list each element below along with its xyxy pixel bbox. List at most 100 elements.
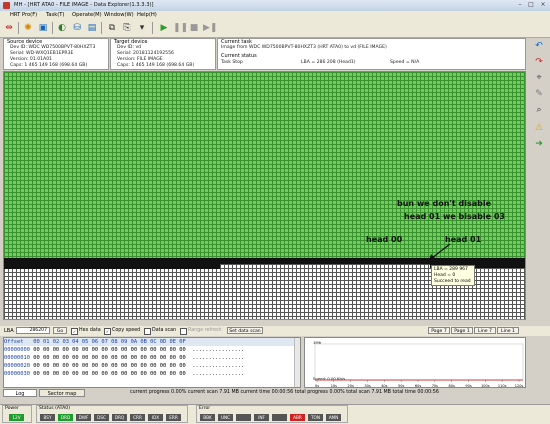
step-icon[interactable]: ▶❚ (203, 22, 217, 34)
source-version: Version: 01.01A01 (10, 57, 53, 62)
stop-icon[interactable]: ■ (188, 22, 200, 34)
disconnect-icon[interactable]: ⇹ (3, 22, 15, 34)
go-button[interactable]: Go (53, 327, 67, 334)
data-scan-label: Data scan (152, 328, 177, 333)
status-led-bsy: BSY (40, 414, 55, 421)
tab-sector-map[interactable]: Sector map (39, 389, 85, 397)
range-refresh-checkbox[interactable] (180, 328, 187, 335)
right-toolbar: ↶ ↷ ⌖ ✎ ⌕ ⚠ ➜ (528, 38, 550, 158)
toolbar: ⇹ ✺ ▣ ◐ ⛁ ▤ ⧉ ⎘ ▾ ▶ ❚❚ ■ ▶❚ (0, 19, 550, 38)
current-task-panel: Current task Image from WDC WD7500BPVT-8… (217, 38, 526, 70)
menu-operate[interactable]: Operate(M) (72, 12, 102, 18)
app-icon (3, 2, 10, 9)
minimize-button[interactable]: – (515, 1, 525, 9)
drive-icon[interactable]: ⛁ (71, 22, 83, 34)
target-icon[interactable]: ⌖ (533, 72, 545, 84)
graph-x-tick-label: 0s (315, 384, 319, 388)
graph-x-tick-label: 120s (515, 384, 524, 388)
graph-x-tick-label: 10s (331, 384, 337, 388)
close-button[interactable]: × (538, 1, 548, 9)
device-icon[interactable]: ▣ (37, 22, 49, 34)
hex-header: Offset 00 01 02 03 04 05 06 07 08 09 0A … (4, 338, 300, 346)
line-button[interactable]: Line 7 (474, 327, 496, 334)
error-led-amn: AMN (326, 414, 341, 421)
toolbar-separator (152, 22, 153, 34)
target-caps: Caps: 1 465 149 168 (698.64 GB) (117, 63, 195, 68)
page-button[interactable]: Page 7 (428, 327, 450, 334)
play-icon[interactable]: ▶ (158, 22, 170, 34)
status-bar: Power 12V Status (ATA0) BSY DRD DWF DSC … (0, 404, 550, 424)
menu-window[interactable]: Window(W) (104, 12, 134, 18)
hex-bytes-header: 00 01 02 03 04 05 06 07 08 09 0A 0B 0C 0… (33, 339, 186, 345)
hex-viewer[interactable]: Offset 00 01 02 03 04 05 06 07 08 09 0A … (3, 337, 301, 388)
status-led-crr: CRR (130, 414, 145, 421)
sector-tooltip: LBA = 289 967 Head = 0 Succeed to read (431, 265, 475, 286)
lba-input[interactable]: 286207 (16, 327, 50, 334)
status-led-dwf: DWF (76, 414, 91, 421)
progress-stats: current progress 0.00% current scan 7.91… (130, 390, 439, 395)
error-led-abr: ABR (290, 414, 305, 421)
power-led: 12V (9, 414, 24, 421)
source-caps: Caps: 1 465 149 168 (698.64 GB) (10, 63, 88, 68)
menu-hrt-pro[interactable]: HRT Pro(F) (10, 12, 37, 18)
tab-log[interactable]: Log (3, 389, 37, 397)
target-serial: Serial: 20181124192556 (117, 51, 174, 56)
annotation-line2: head 01 we bisable 03 (404, 212, 505, 221)
range-refresh-label: Range refresh (188, 328, 222, 333)
current-task-text: Image from WDC WD7500BPVT-80HXZT3 (HRT A… (221, 45, 387, 50)
annotation-line1: bun we don't disable (397, 199, 492, 208)
target-version: Version: FILE IMAGE (117, 57, 163, 62)
menu-task[interactable]: Task(T) (46, 12, 64, 18)
toolbar-separator (101, 22, 102, 34)
target-device-panel: Target device Dev ID: vd Serial: 2018112… (110, 38, 216, 70)
warning-icon[interactable]: ⚠ (533, 122, 545, 134)
graph-x-tick-label: 40s (381, 384, 387, 388)
sector-map-bad-row (4, 264, 220, 269)
target-dev-id: Dev ID: vd (117, 45, 142, 50)
hex-data-checkbox[interactable]: ✓ (71, 328, 78, 335)
task-icon[interactable]: ◐ (56, 22, 68, 34)
toolbar-separator (52, 22, 53, 34)
save-icon[interactable]: ▤ (86, 22, 98, 34)
page1-button[interactable]: Page 1 (451, 327, 473, 334)
dropdown-icon[interactable]: ▾ (136, 22, 148, 34)
error-led-bbk: BBK (200, 414, 215, 421)
zoom-icon[interactable]: ⌕ (533, 104, 545, 116)
copy-speed-checkbox[interactable]: ✓ (104, 328, 111, 335)
power-group: Power 12V (2, 405, 32, 423)
menu-help[interactable]: Help(H) (137, 12, 157, 18)
source-dev-id: Dev ID: WDC WD7500BPVT-80HXZT3 (10, 45, 96, 50)
settings-icon[interactable]: ✺ (22, 22, 34, 34)
pause-icon[interactable]: ❚❚ (173, 22, 188, 34)
status-speed: Speed = N/A (390, 60, 420, 65)
hex-row: 00000010 00 00 00 00 00 00 00 00 00 00 0… (4, 355, 245, 361)
forward-icon[interactable]: ↷ (533, 56, 545, 68)
window-title: MH - [HRT ATA0 - FILE IMAGE - Data Explo… (14, 2, 154, 8)
document-icon[interactable]: ⧉ (106, 22, 118, 34)
sector-map[interactable]: bun we don't disable head 01 we bisable … (3, 71, 526, 320)
pen-icon[interactable]: ✎ (533, 88, 545, 100)
error-led-inf: INF (254, 414, 269, 421)
set-data-scan-button[interactable]: Set data scan (227, 327, 263, 334)
lba-bar: LBA 286207 Go ✓ Hex data ✓ Copy speed Da… (0, 326, 550, 336)
graph-x-tick-label: 20s (348, 384, 354, 388)
line1-button[interactable]: Line 1 (497, 327, 519, 334)
data-scan-checkbox[interactable] (144, 328, 151, 335)
exit-icon[interactable]: ➜ (533, 138, 545, 150)
hex-row: 00000030 00 00 00 00 00 00 00 00 00 00 0… (4, 371, 245, 377)
graph-x-tick-label: 70s (432, 384, 438, 388)
graph-svg: 0s 10s 20s 30s 40s 50s 60s 70s 80s 90s 100s 110s 120… (314, 343, 524, 388)
speed-graph: 1Mb Speed: 0.00 Kb/s 0s 10s 20s 30s 40s 50s 60… (304, 337, 526, 388)
copy-icon[interactable]: ⎘ (121, 22, 133, 34)
graph-x-tick-label: 100s (481, 384, 490, 388)
maximize-button[interactable]: □ (526, 1, 536, 9)
graph-x-tick-label: 80s (449, 384, 455, 388)
annotation-head00: head 00 (366, 235, 403, 244)
toolbar-separator (18, 22, 19, 34)
status-led-err: ERR (166, 414, 181, 421)
graph-x-tick-label: 90s (465, 384, 471, 388)
back-icon[interactable]: ↶ (533, 40, 545, 52)
status-led-drq: DRQ (112, 414, 127, 421)
hex-scrollbar[interactable] (294, 338, 300, 387)
annotation-arrow-icon (429, 243, 451, 261)
